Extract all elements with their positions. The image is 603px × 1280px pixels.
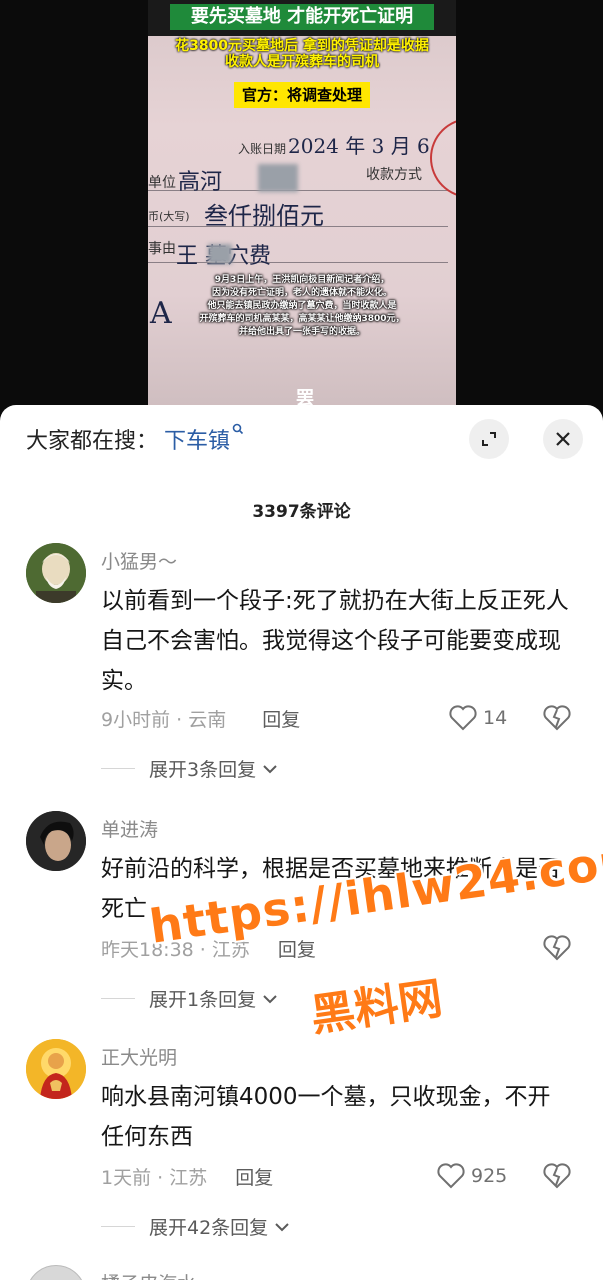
like-button[interactable]: 14 [449, 705, 507, 731]
comment-meta: 1天前 · 江苏 回复 [101, 1163, 273, 1190]
broken-heart-icon [543, 1163, 571, 1189]
caption-line: 9月3日上午，王洪凯向极目新闻记者介绍， [214, 275, 390, 285]
expand-replies[interactable]: 展开1条回复 [101, 985, 280, 1012]
expand-replies-label: 展开3条回复 [149, 759, 257, 781]
receipt-payer-value: 高河 [178, 170, 223, 195]
comment-username[interactable]: 单进涛 [101, 815, 158, 842]
suggested-search-prefix: 大家都在搜： [26, 429, 159, 454]
expand-divider [101, 998, 135, 999]
chevron-down-icon [275, 1222, 289, 1231]
video-player[interactable]: 要先买墓地 才能开死亡证明 花3800元买墓地后 拿到的凭证却是收据 收款人是开… [0, 0, 603, 420]
suggested-search-term[interactable]: 下车镇 [164, 423, 230, 455]
watermark-site-name: 黑料网 [307, 973, 446, 1042]
caption-line: 并给他出具了一张手写的收据。 [238, 327, 365, 337]
avatar[interactable] [26, 1039, 86, 1099]
like-count: 925 [471, 1165, 508, 1187]
buddha-avatar-icon [26, 1039, 86, 1099]
avatar-portrait-icon [26, 543, 86, 603]
comment-sheet: 大家都在搜： 下车镇 3397条评论 小猛男～ 以前看到一个段子:死了就扔在大街… [0, 405, 603, 1280]
expand-divider [101, 768, 135, 769]
comment-meta: 9小时前 · 云南 回复 [101, 705, 300, 732]
expand-replies[interactable]: 展开3条回复 [101, 755, 280, 782]
reply-button[interactable]: 回复 [278, 935, 316, 962]
video-frame: 要先买墓地 才能开死亡证明 花3800元买墓地后 拿到的凭证却是收据 收款人是开… [148, 0, 456, 420]
close-button[interactable] [543, 419, 583, 459]
reply-button[interactable]: 回复 [235, 1163, 273, 1190]
comment-username[interactable]: 正大光明 [101, 1043, 177, 1070]
expand-replies[interactable]: 展开42条回复 [101, 1213, 292, 1240]
expand-icon [482, 432, 496, 446]
comment-username[interactable]: 橘子皮汽水 [101, 1269, 196, 1280]
comment-username[interactable]: 小猛男～ [101, 547, 177, 574]
suggested-search[interactable]: 大家都在搜： 下车镇 [26, 423, 244, 455]
video-headline: 要先买墓地 才能开死亡证明 [170, 4, 434, 30]
heart-icon [437, 1163, 465, 1189]
dislike-button[interactable] [543, 1163, 571, 1193]
receipt-blurred-name [208, 244, 232, 264]
video-caption: 9月3日上午，王洪凯向极目新闻记者介绍， 因为没有死亡证明，老人的遗体就不能火化… [148, 274, 456, 339]
comment-text: 以前看到一个段子:死了就扔在大街上反正死人自己不会害怕。我觉得这个段子可能要变成… [101, 588, 569, 694]
dislike-button[interactable] [543, 935, 571, 965]
close-icon [556, 432, 570, 446]
dislike-button[interactable] [543, 705, 571, 735]
receipt-amount-value: 叁仟捌佰元 [204, 202, 324, 230]
comment-count-title: 3397条评论 [252, 502, 351, 522]
video-subhead: 花3800元买墓地后 拿到的凭证却是收据 收款人是开殡葬车的司机 [148, 38, 456, 70]
broken-heart-icon [543, 935, 571, 961]
receipt-payer-label: 单位 [148, 175, 176, 191]
caption-line: 因为没有死亡证明，老人的遗体就不能火化。 [211, 288, 392, 298]
video-official-badge: 官方：将调查处理 [234, 82, 370, 108]
like-count: 14 [483, 707, 508, 729]
search-icon [232, 423, 244, 439]
caption-line: 他只能去镇民政办缴纳了墓穴费，当时收款人是 [207, 301, 397, 311]
comment-time-location: 1天前 · 江苏 [101, 1167, 208, 1189]
chevron-down-icon [263, 764, 277, 773]
receipt-stamp [430, 118, 456, 198]
video-subhead-line2: 收款人是开殡葬车的司机 [225, 54, 379, 70]
broken-heart-icon [543, 705, 571, 731]
chevron-down-icon [263, 994, 277, 1003]
avatar[interactable] [26, 811, 86, 871]
like-button[interactable]: 925 [437, 1163, 507, 1189]
avatar-portrait-icon [26, 811, 86, 871]
video-subhead-line1: 花3800元买墓地后 拿到的凭证却是收据 [175, 38, 429, 54]
expand-replies-label: 展开1条回复 [149, 989, 257, 1011]
expand-replies-label: 展开42条回复 [149, 1217, 269, 1239]
receipt-amount-label: 币(大写) [148, 210, 190, 223]
receipt-date-label: 入账日期 [238, 142, 287, 156]
heart-icon [449, 705, 477, 731]
reply-button[interactable]: 回复 [262, 705, 300, 732]
avatar[interactable] [26, 1265, 86, 1280]
receipt-method-label: 收款方式 [366, 167, 422, 183]
comment-text: 响水县南河镇4000一个墓，只收现金，不开任何东西 [101, 1084, 551, 1150]
comment-time-location: 9小时前 · 云南 [101, 709, 227, 731]
avatar[interactable] [26, 543, 86, 603]
receipt-blurred-name [258, 164, 298, 192]
expand-divider [101, 1226, 135, 1227]
receipt-reason-label: 事由 [148, 241, 176, 257]
caption-line: 开殡葬车的司机高某某，高某某让他缴纳3800元， [199, 314, 405, 324]
receipt-date-value: 2024 年 3 月 6 [288, 134, 430, 158]
expand-fullscreen-button[interactable] [469, 419, 509, 459]
